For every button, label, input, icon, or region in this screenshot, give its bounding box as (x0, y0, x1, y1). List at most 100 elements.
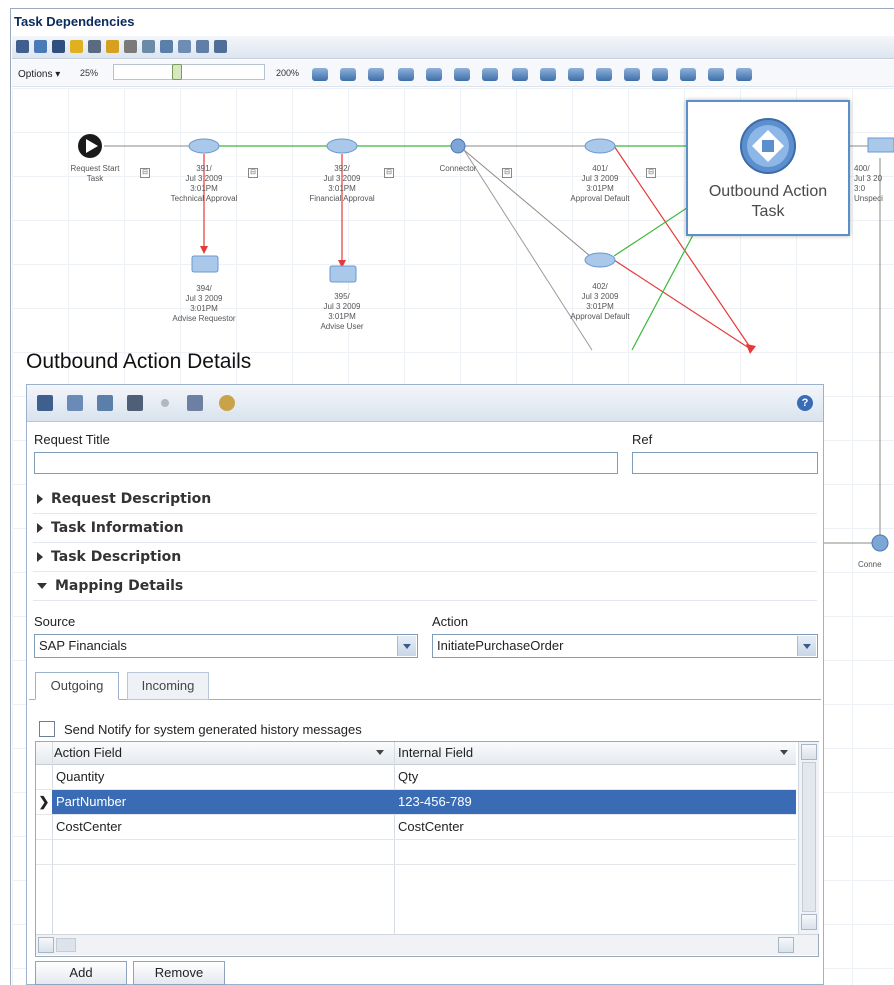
zoom-slider-thumb[interactable] (172, 64, 182, 80)
print-icon[interactable] (127, 395, 143, 411)
copy-icon[interactable] (67, 395, 83, 411)
arrow-head (200, 246, 208, 254)
scroll-left-icon[interactable] (38, 937, 54, 953)
collapse-icon[interactable]: ⊟ (502, 168, 512, 178)
start-node-label: Request Start Task (60, 164, 130, 184)
collapse-icon[interactable]: ⊟ (140, 168, 150, 178)
lock-icon[interactable] (70, 40, 83, 53)
globe-icon[interactable] (219, 395, 235, 411)
chevron-down-icon[interactable] (780, 750, 788, 755)
cell-internal-field[interactable]: Qty (398, 765, 418, 789)
chevron-down-icon[interactable] (397, 636, 416, 656)
cell-internal-field[interactable]: CostCenter (398, 815, 464, 839)
scroll-down-icon[interactable] (801, 914, 817, 930)
ref-input[interactable] (632, 452, 818, 474)
cell-action-field[interactable]: Quantity (56, 765, 104, 789)
options-menu[interactable]: Options ▾ (18, 69, 60, 80)
source-label: Source (34, 614, 76, 629)
info-icon[interactable] (512, 68, 528, 81)
request-title-input[interactable] (34, 452, 618, 474)
node-id: 392/ (334, 164, 350, 173)
horizontal-scrollbar[interactable] (36, 934, 818, 955)
back-icon[interactable] (34, 40, 47, 53)
zoom-in-icon[interactable] (708, 68, 724, 81)
node-391-label: 391/ Jul 3 2009 3:01PM Technical Approva… (164, 164, 244, 204)
tab-incoming[interactable]: Incoming (127, 672, 209, 700)
column-header-internal-field[interactable]: Internal Field (398, 742, 473, 764)
save-icon[interactable] (52, 40, 65, 53)
properties-icon[interactable] (16, 40, 29, 53)
section-task-description[interactable]: Task Description (37, 549, 181, 565)
cell-internal-field[interactable]: 123-456-789 (398, 790, 472, 814)
connector-label: Connector (426, 164, 490, 174)
chevron-down-icon[interactable] (797, 636, 816, 656)
layout-icon[interactable] (312, 68, 328, 81)
export-icon[interactable] (196, 40, 209, 53)
paste-icon[interactable] (97, 395, 113, 411)
refresh-icon[interactable] (426, 68, 442, 81)
options-label: Options (18, 69, 53, 80)
table-row-selected[interactable]: ❯ PartNumber 123-456-789 (36, 790, 796, 815)
help-icon[interactable]: ? (797, 395, 813, 411)
task-node-icon (867, 137, 894, 153)
paste-icon[interactable] (160, 40, 173, 53)
node-date: Jul 3 2009 (323, 174, 361, 183)
page-icon[interactable] (680, 68, 696, 81)
node-392-label: 392/ Jul 3 2009 3:01PM Financial Approva… (300, 164, 384, 204)
copy-icon[interactable] (142, 40, 155, 53)
stamp-icon[interactable] (482, 68, 498, 81)
zoom-slider[interactable] (113, 64, 265, 80)
document-icon[interactable] (178, 40, 191, 53)
column-header-action-field[interactable]: Action Field (54, 742, 122, 764)
scroll-right-icon[interactable] (778, 937, 794, 953)
node-time: 3:01PM (328, 312, 356, 321)
tab-outgoing[interactable]: Outgoing (35, 672, 119, 700)
source-select[interactable]: SAP Financials (34, 634, 418, 658)
node-time: 3:01PM (190, 304, 218, 313)
section-request-description[interactable]: Request Description (37, 491, 211, 507)
collapse-icon[interactable]: ⊟ (248, 168, 258, 178)
collapse-icon[interactable]: ⊟ (646, 168, 656, 178)
play-icon[interactable] (540, 68, 556, 81)
stop-icon[interactable] (568, 68, 584, 81)
scroll-up-icon[interactable] (801, 744, 817, 760)
save-diagram-icon[interactable] (454, 68, 470, 81)
table-row-new[interactable] (36, 840, 796, 865)
email-icon[interactable] (368, 68, 384, 81)
outbound-action-task-callout[interactable]: Outbound Action Task (686, 100, 850, 236)
send-notify-checkbox[interactable] (39, 721, 55, 737)
section-mapping-details[interactable]: Mapping Details (37, 578, 183, 594)
diamond-icon[interactable] (340, 68, 356, 81)
zoom-out-icon[interactable] (736, 68, 752, 81)
properties-icon[interactable] (37, 395, 53, 411)
remove-button[interactable]: Remove (133, 961, 225, 985)
hscroll-thumb[interactable] (56, 938, 76, 952)
collapse-icon[interactable]: ⊟ (384, 168, 394, 178)
cell-action-field[interactable]: PartNumber (56, 790, 126, 814)
link-icon[interactable] (624, 68, 640, 81)
vertical-scrollbar[interactable] (798, 742, 819, 934)
cell-action-field[interactable]: CostCenter (56, 815, 122, 839)
chevron-down-icon[interactable] (376, 750, 384, 755)
table-row[interactable]: Quantity Qty (36, 765, 796, 790)
node-time: 3:01PM (586, 184, 614, 193)
add-button[interactable]: Add (35, 961, 127, 985)
attachment-icon[interactable] (161, 399, 169, 407)
section-task-information[interactable]: Task Information (37, 520, 184, 536)
connector-node-icon (450, 138, 466, 154)
chevron-down-icon: ▾ (55, 69, 61, 80)
scroll-thumb[interactable] (802, 762, 816, 912)
node-time: 3:01PM (190, 184, 218, 193)
move-icon[interactable] (398, 68, 414, 81)
spellcheck-icon[interactable] (187, 395, 203, 411)
list-icon[interactable] (596, 68, 612, 81)
arrow-icon[interactable] (106, 40, 119, 53)
cut-icon[interactable] (124, 40, 137, 53)
print-icon[interactable] (88, 40, 101, 53)
node-name: Technical Approval (170, 194, 238, 203)
unlink-icon[interactable] (652, 68, 668, 81)
report-icon[interactable] (214, 40, 227, 53)
table-row[interactable]: CostCenter CostCenter (36, 815, 796, 840)
request-title-label: Request Title (34, 432, 110, 447)
action-select[interactable]: InitiatePurchaseOrder (432, 634, 818, 658)
